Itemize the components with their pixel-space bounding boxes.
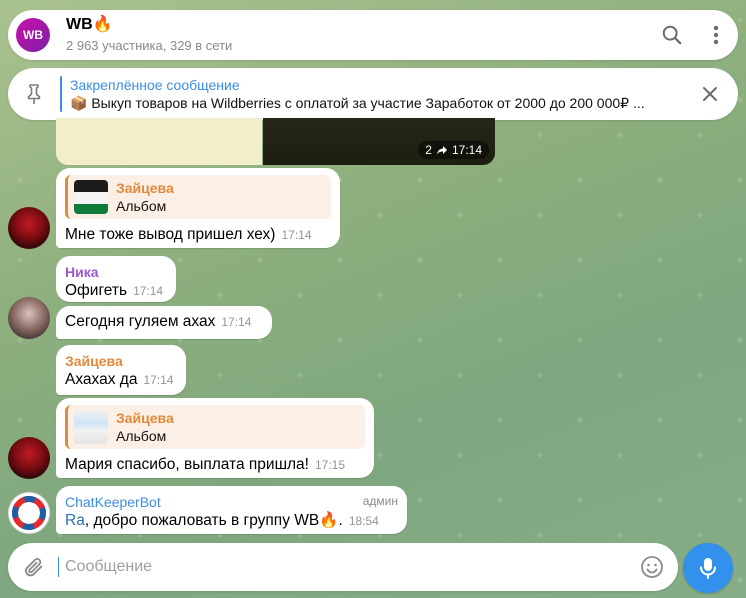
pinned-message-bar[interactable]: Закреплённое сообщение 📦 Выкуп товаров н… xyxy=(8,68,738,120)
kebab-menu-icon xyxy=(713,25,719,45)
message-composer[interactable] xyxy=(8,543,678,591)
emoji-icon xyxy=(641,556,663,578)
pin-icon xyxy=(27,84,41,104)
message-input[interactable] xyxy=(65,558,632,576)
pinned-text: 📦 Выкуп товаров на Wildberries с оплатой… xyxy=(70,94,645,111)
sender-name[interactable]: Зайцева xyxy=(65,352,177,370)
reply-preview[interactable]: Зайцева Альбом xyxy=(65,175,331,219)
search-button[interactable] xyxy=(650,13,694,57)
sender-name[interactable]: ChatKeeperBot xyxy=(65,493,398,511)
more-options-button[interactable] xyxy=(694,13,738,57)
media-meta: 2 17:14 xyxy=(418,141,489,159)
message-time: 17:14 xyxy=(133,284,164,298)
message-time: 17:14 xyxy=(281,228,312,242)
chat-title: WB🔥 xyxy=(66,16,113,33)
message-bubble[interactable]: ChatKeeperBot админ Ra, добро пожаловать… xyxy=(56,486,407,534)
message-time: 18:54 xyxy=(348,514,379,528)
emoji-button[interactable] xyxy=(632,545,672,589)
avatar[interactable] xyxy=(8,207,50,249)
message-bubble[interactable]: Ника Офигеть 17:14 xyxy=(56,256,176,302)
message-time: 17:14 xyxy=(451,143,482,157)
attach-button[interactable] xyxy=(14,545,54,589)
message-time: 17:14 xyxy=(143,373,174,387)
microphone-icon xyxy=(700,558,716,579)
chat-avatar[interactable]: WB xyxy=(16,18,50,52)
lifebuoy-icon xyxy=(12,496,46,530)
paperclip-icon xyxy=(25,558,43,577)
chat-header[interactable]: WB WB🔥 2 963 участника, 329 в сети xyxy=(8,10,738,60)
message-text: Мария спасибо, выплата пришла! xyxy=(65,456,309,473)
reply-sender-name: Зайцева xyxy=(116,410,174,426)
search-icon xyxy=(662,25,682,45)
message-bubble[interactable]: Сегодня гуляем ахах 17:14 xyxy=(56,306,272,339)
admin-badge: админ xyxy=(362,494,398,508)
reply-thumbnail xyxy=(74,410,108,444)
chat-info[interactable]: WB🔥 2 963 участника, 329 в сети xyxy=(66,15,232,55)
message-text: Сегодня гуляем ахах xyxy=(65,313,216,330)
media-album[interactable]: 2 17:14 xyxy=(56,118,495,165)
close-icon xyxy=(703,87,717,101)
reply-sender-name: Зайцева xyxy=(116,180,174,196)
sender-name[interactable]: Ника xyxy=(65,263,167,281)
message-text: Мне тоже вывод пришел хех) xyxy=(65,226,276,243)
pinned-title: Закреплённое сообщение xyxy=(70,76,240,93)
views-count: 2 xyxy=(425,143,432,157)
voice-record-button[interactable] xyxy=(683,543,733,593)
message-bubble[interactable]: Зайцева Ахахах да 17:14 xyxy=(56,345,186,395)
avatar[interactable] xyxy=(8,437,50,479)
avatar[interactable] xyxy=(8,297,50,339)
album-photo[interactable] xyxy=(56,118,262,165)
message-text: Офигеть xyxy=(65,282,128,299)
avatar[interactable] xyxy=(8,492,50,534)
user-mention[interactable]: Ra xyxy=(65,512,85,529)
reply-text: Альбом xyxy=(116,428,167,444)
pinned-indicator xyxy=(60,76,62,112)
text-caret xyxy=(58,557,59,577)
message-bubble[interactable]: Зайцева Альбом Мария спасибо, выплата пр… xyxy=(56,398,374,478)
album-photo[interactable]: 2 17:14 xyxy=(262,118,495,165)
reply-text: Альбом xyxy=(116,198,167,214)
message-text: Ахахах да xyxy=(65,371,138,388)
chat-member-count: 2 963 участника, 329 в сети xyxy=(66,38,233,53)
forward-icon xyxy=(436,146,447,155)
pin-button[interactable] xyxy=(14,68,54,120)
reply-thumbnail xyxy=(74,180,108,214)
message-bubble[interactable]: Зайцева Альбом Мне тоже вывод пришел хех… xyxy=(56,168,340,248)
reply-preview[interactable]: Зайцева Альбом xyxy=(65,405,365,449)
message-time: 17:14 xyxy=(221,315,252,329)
close-pinned-button[interactable] xyxy=(696,80,724,108)
message-text: , добро пожаловать в группу WB🔥. xyxy=(84,512,343,529)
message-time: 17:15 xyxy=(315,458,346,472)
